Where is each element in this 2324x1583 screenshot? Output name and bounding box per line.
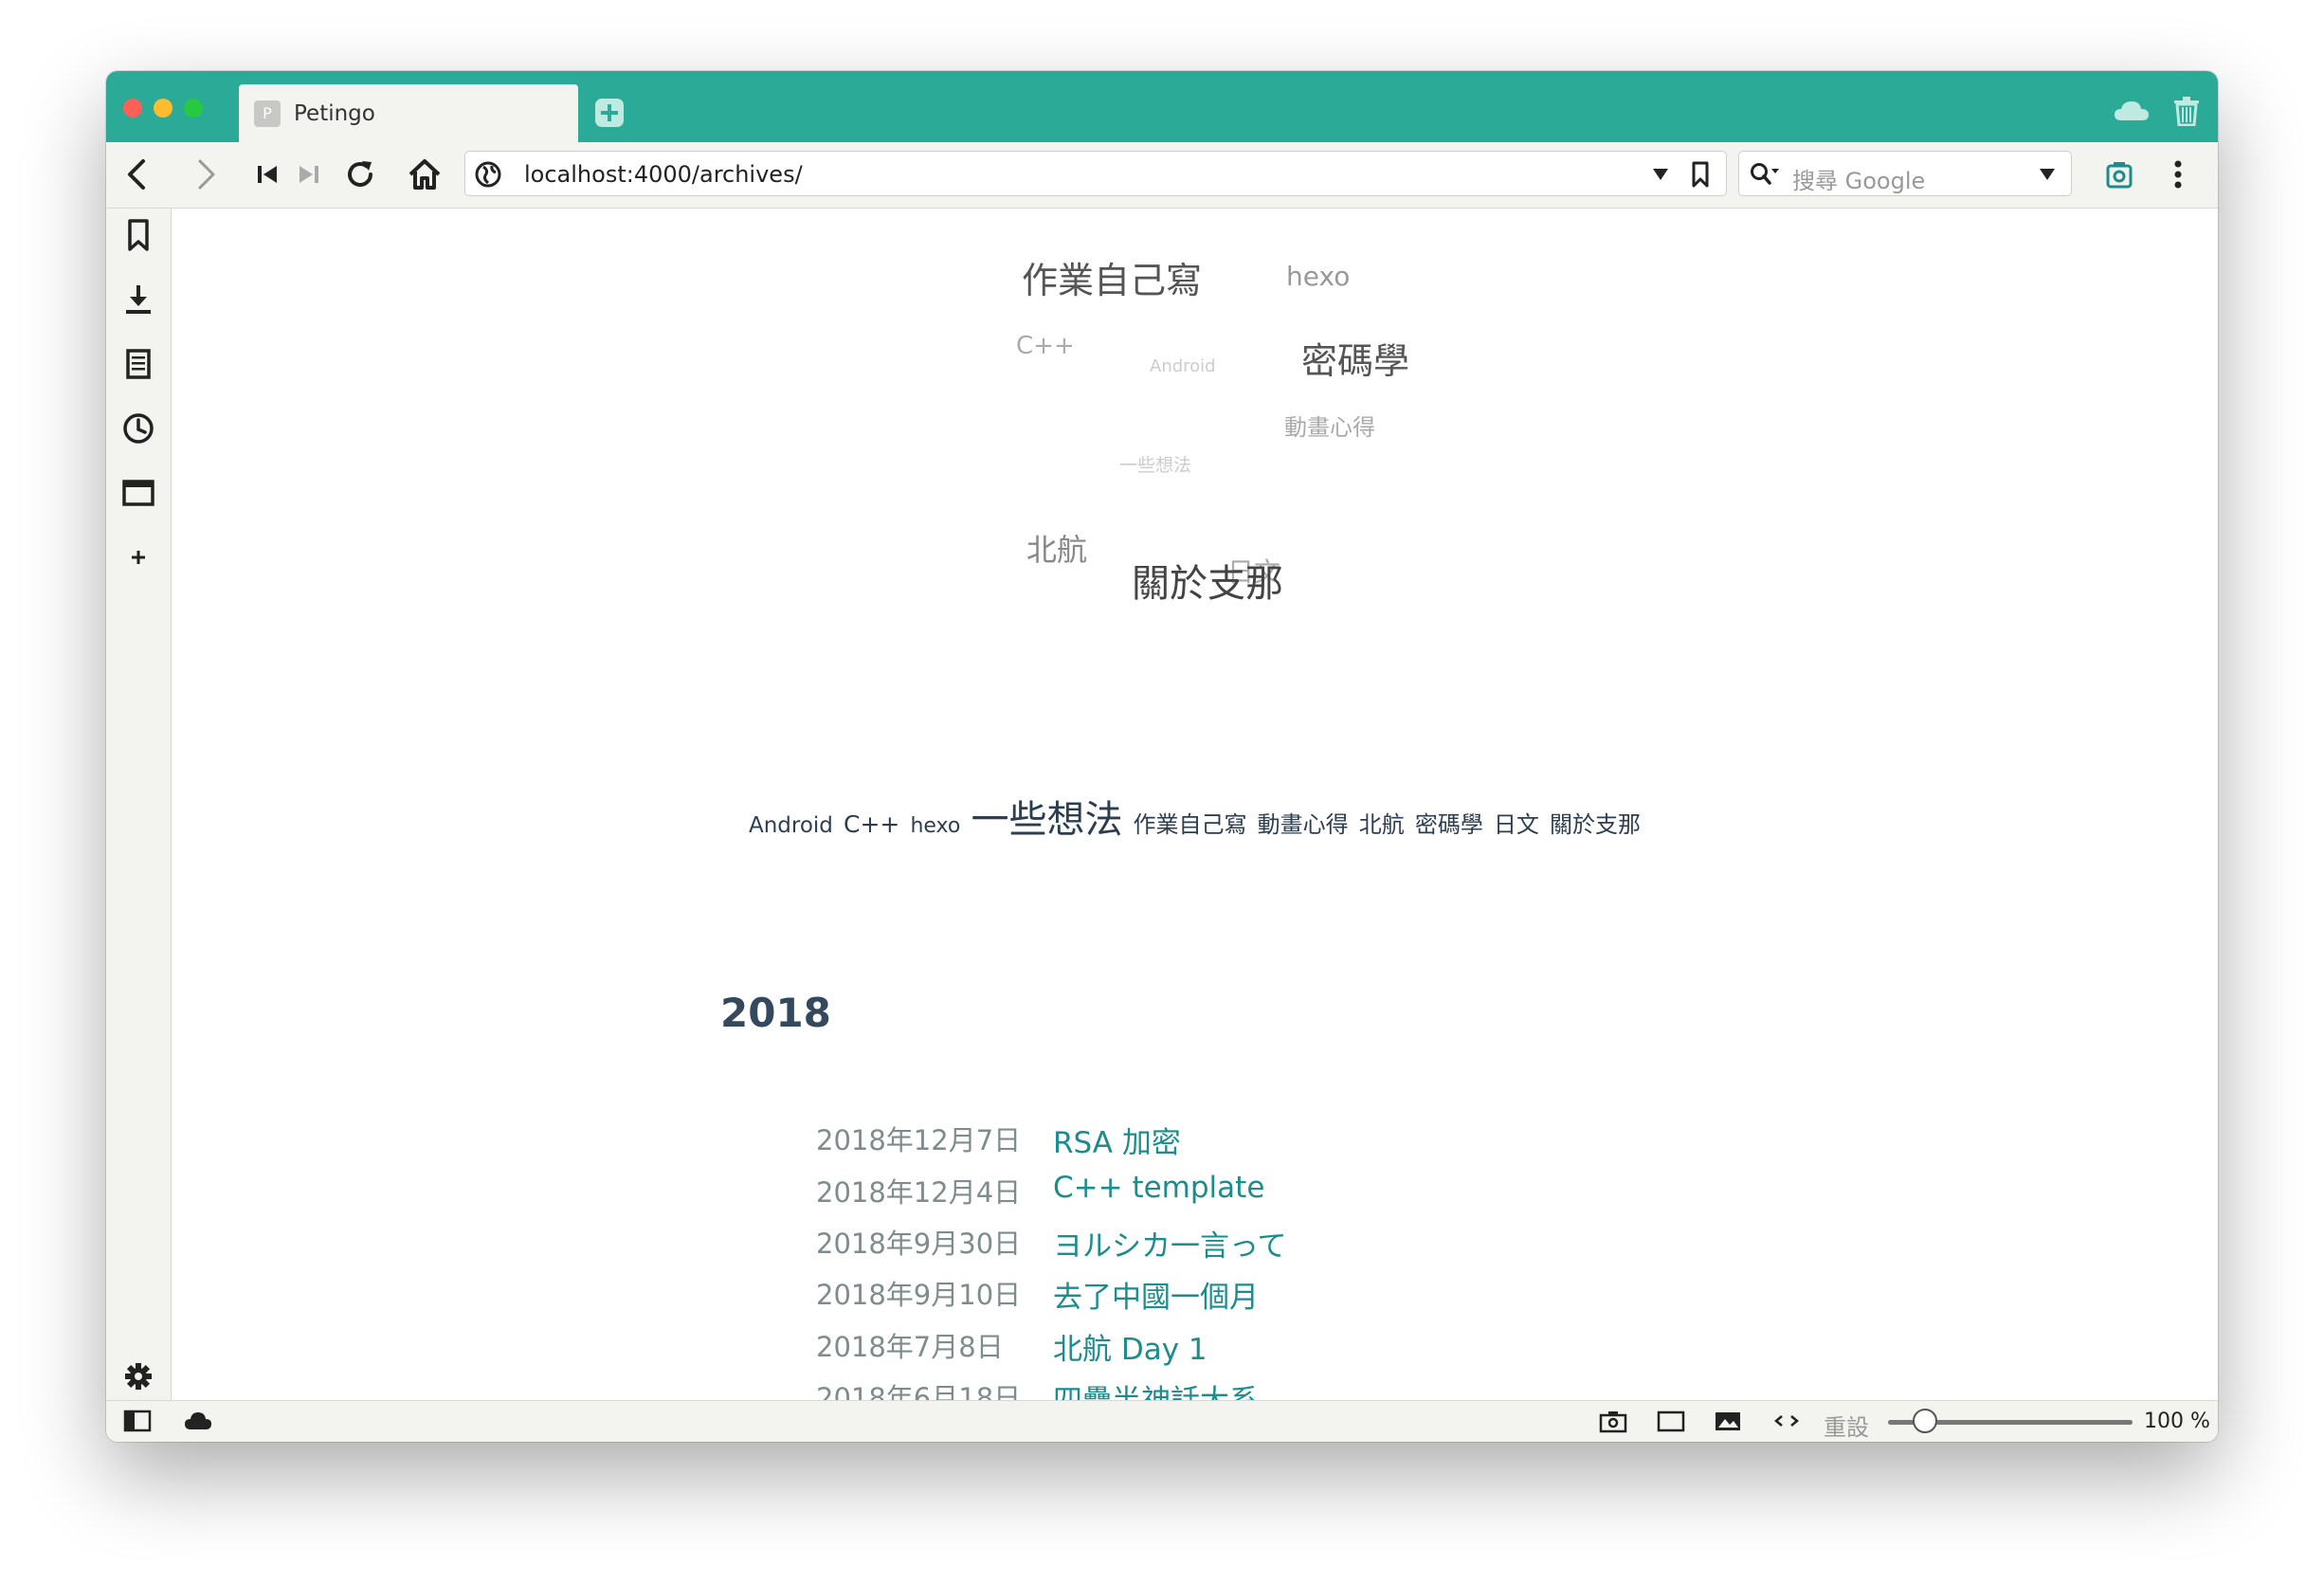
browser-window: P Petingo localhost:4000/archives/ 搜尋 Go…	[106, 71, 2218, 1442]
minimize-window-button[interactable]	[154, 99, 172, 118]
chevron-down-icon[interactable]	[1652, 167, 1669, 180]
tag-link[interactable]: 動畫心得	[1258, 811, 1349, 838]
tag-cloud-item[interactable]: 關於支那	[1132, 553, 1283, 608]
post-title-link[interactable]: 四疊半神話大系	[1053, 1376, 1259, 1400]
tag-link[interactable]: 一些想法	[971, 798, 1122, 842]
maximize-window-button[interactable]	[184, 99, 203, 118]
history-icon[interactable]	[119, 409, 157, 447]
post-title-link[interactable]: RSA 加密	[1053, 1119, 1181, 1161]
status-bar: 重設 100 %	[106, 1400, 2218, 1442]
downloads-icon[interactable]	[119, 281, 157, 318]
window-panel-icon[interactable]	[119, 474, 157, 512]
bookmarks-icon[interactable]	[119, 216, 157, 254]
tag-cloud-item[interactable]: 北航	[1026, 526, 1087, 570]
settings-gear-icon[interactable]	[119, 1357, 157, 1395]
tag-cloud-item[interactable]: Android	[1150, 356, 1216, 376]
page-tiling-icon[interactable]	[1657, 1409, 1685, 1433]
navigation-toolbar: localhost:4000/archives/ 搜尋 Google	[106, 142, 2218, 209]
tag-cloud-item[interactable]: hexo	[1286, 261, 1350, 292]
reload-icon[interactable]	[341, 155, 379, 193]
post-date: 2018年9月30日	[816, 1228, 1022, 1260]
tag-link[interactable]: C++	[844, 810, 899, 838]
tag-link[interactable]: 密碼學	[1415, 811, 1483, 838]
post-title-link[interactable]: 去了中國一個月	[1053, 1273, 1259, 1316]
post-date: 2018年12月7日	[816, 1124, 1022, 1156]
post-title-link[interactable]: 北航 Day 1	[1053, 1325, 1207, 1368]
close-window-button[interactable]	[123, 99, 142, 118]
tab-title: Petingo	[294, 101, 375, 126]
tag-link[interactable]: 日文	[1494, 811, 1539, 838]
tag-link[interactable]: 北航	[1359, 811, 1405, 838]
tag-link[interactable]: 作業自己寫	[1134, 811, 1247, 838]
cloud-sync-status-icon[interactable]	[184, 1409, 212, 1433]
tag-cloud-item[interactable]: 密碼學	[1301, 332, 1409, 384]
fast-forward-icon[interactable]	[292, 155, 330, 193]
notes-icon[interactable]	[119, 345, 157, 383]
back-icon[interactable]	[119, 155, 157, 193]
home-icon[interactable]	[406, 155, 444, 193]
zoom-slider-handle[interactable]	[1912, 1409, 1937, 1433]
post-date: 2018年6月18日	[816, 1382, 1022, 1400]
post-date: 2018年9月10日	[816, 1279, 1022, 1311]
toggle-panel-icon[interactable]	[123, 1409, 152, 1433]
page-actions-code-icon[interactable]	[1772, 1409, 1801, 1433]
search-placeholder[interactable]: 搜尋 Google	[1792, 162, 1925, 195]
page-favicon-icon: P	[254, 100, 281, 127]
tag-link[interactable]: hexo	[910, 814, 960, 838]
post-date: 2018年7月8日	[816, 1331, 1004, 1363]
cloud-sync-icon[interactable]	[2114, 100, 2150, 122]
rewind-icon[interactable]	[250, 155, 288, 193]
search-field[interactable]: 搜尋 Google	[1738, 151, 2072, 196]
search-icon[interactable]	[1749, 161, 1781, 188]
archive-year-heading: 2018	[720, 990, 831, 1036]
sidebar	[106, 209, 172, 1400]
tag-link[interactable]: Android	[749, 813, 833, 838]
search-engine-chevron-icon[interactable]	[2039, 167, 2056, 180]
tag-list: Android C++ hexo 一些想法 作業自己寫 動畫心得 北航 密碼學 …	[172, 789, 2218, 844]
site-info-icon[interactable]	[475, 161, 501, 188]
tag-cloud-item[interactable]: 作業自己寫	[1022, 251, 1202, 303]
tag-link[interactable]: 關於支那	[1550, 811, 1641, 838]
zoom-reset-button[interactable]: 重設	[1824, 1409, 1869, 1442]
tag-cloud-item[interactable]: 動畫心得	[1284, 409, 1375, 442]
images-toggle-icon[interactable]	[1714, 1409, 1742, 1433]
bookmark-page-icon[interactable]	[1690, 161, 1711, 188]
tab-active[interactable]: P Petingo	[239, 84, 578, 142]
forward-icon[interactable]	[186, 155, 224, 193]
screenshot-camera-icon[interactable]	[1599, 1409, 1627, 1433]
tag-cloud-item[interactable]: C++	[1016, 332, 1075, 360]
page-content: 作業自己寫 hexo C++ Android 密碼學 動畫心得 一些想法 北航 …	[172, 209, 2218, 1400]
trash-icon[interactable]	[2172, 96, 2201, 127]
add-panel-icon[interactable]	[119, 538, 157, 576]
title-bar: P Petingo	[106, 71, 2218, 142]
url-text[interactable]: localhost:4000/archives/	[524, 161, 803, 188]
post-title-link[interactable]: ヨルシカ一言って	[1053, 1222, 1286, 1265]
post-date: 2018年12月4日	[816, 1176, 1022, 1209]
new-tab-icon[interactable]	[594, 98, 625, 128]
post-title-link[interactable]: C++ template	[1053, 1171, 1264, 1205]
menu-more-icon[interactable]	[2159, 155, 2197, 193]
capture-page-icon[interactable]	[2100, 155, 2138, 193]
address-bar[interactable]: localhost:4000/archives/	[464, 151, 1727, 196]
zoom-value: 100 %	[2144, 1410, 2210, 1433]
tag-cloud-item[interactable]: 一些想法	[1119, 451, 1191, 477]
